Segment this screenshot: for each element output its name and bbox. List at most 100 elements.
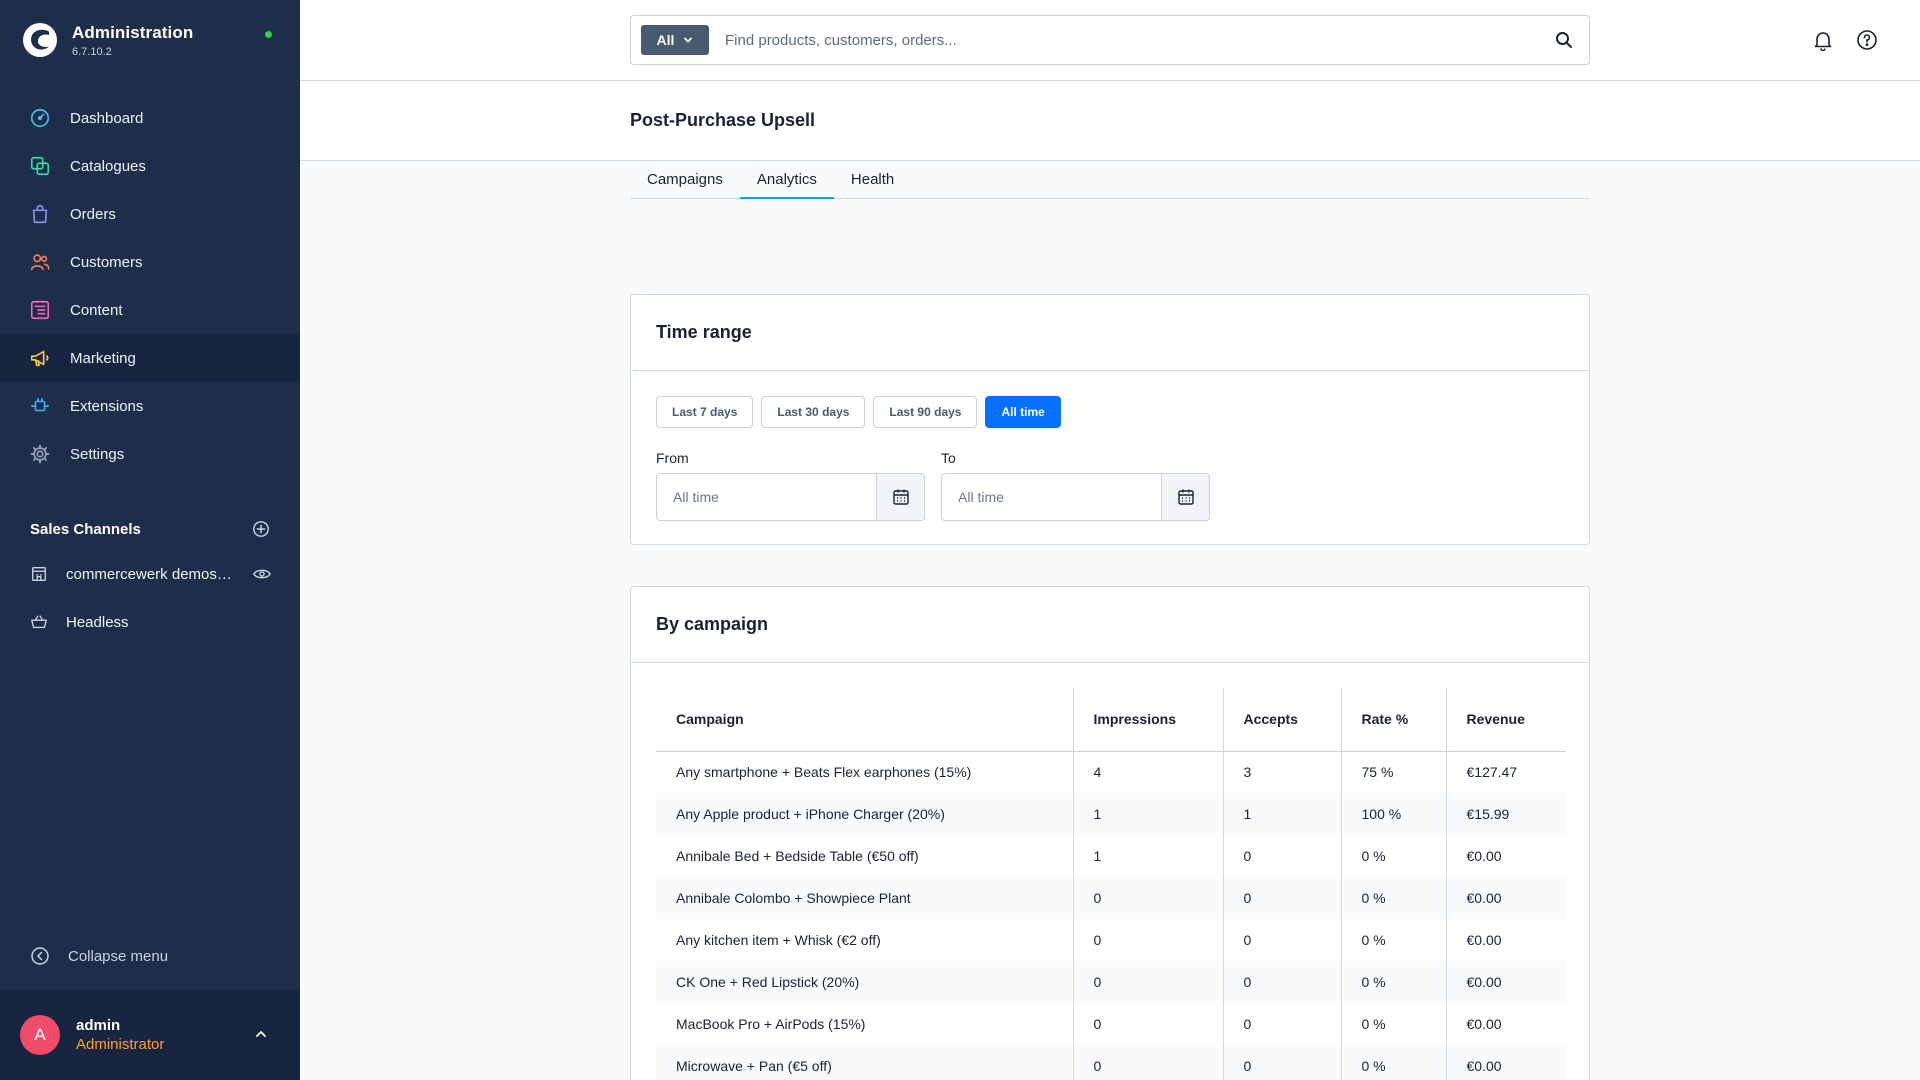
- tab-analytics[interactable]: Analytics: [739, 162, 834, 199]
- to-date-field: To: [941, 450, 1210, 521]
- page-header: Post-Purchase Upsell: [300, 82, 1920, 161]
- user-role: Administrator: [76, 1036, 165, 1053]
- accepts-cell: 3: [1222, 751, 1341, 793]
- main-nav: Dashboard Catalogues Orders Customers Co…: [0, 94, 300, 478]
- main-content: Campaigns Analytics Health Time range La…: [300, 162, 1920, 1080]
- tab-health[interactable]: Health: [834, 162, 911, 199]
- nav-item-orders[interactable]: Orders: [0, 190, 300, 238]
- impressions-cell: 1: [1072, 835, 1223, 877]
- customers-icon: [29, 251, 51, 273]
- accepts-cell: 0: [1222, 1045, 1341, 1080]
- campaign-cell: Any Apple product + iPhone Charger (20%): [656, 793, 1073, 835]
- chevron-down-icon: [684, 37, 693, 43]
- from-label: From: [656, 450, 689, 466]
- nav-item-marketing[interactable]: Marketing: [0, 334, 300, 382]
- campaign-cell: Any smartphone + Beats Flex earphones (1…: [676, 764, 972, 781]
- sales-channels-title: Sales Channels: [30, 520, 141, 538]
- plug-icon: [29, 395, 51, 417]
- storefront-icon: [30, 565, 48, 583]
- from-date-box: [656, 473, 925, 521]
- nav-item-content[interactable]: Content: [0, 286, 300, 334]
- calendar-icon[interactable]: [876, 474, 924, 520]
- collapse-menu-button[interactable]: Collapse menu: [30, 946, 168, 966]
- nav-item-label: Customers: [70, 253, 143, 271]
- time-range-title: Time range: [656, 322, 752, 342]
- table-row: Microwave + Pan (€5 off) 0 0 0 % €0.00: [656, 1045, 1566, 1080]
- megaphone-icon: [29, 347, 51, 369]
- table-row: Annibale Bed + Bedside Table (€50 off) 1…: [656, 835, 1566, 877]
- table-row: Any Apple product + iPhone Charger (20%)…: [656, 793, 1566, 835]
- global-search: All: [630, 15, 1590, 65]
- table-row: Annibale Colombo + Showpiece Plant 0 0 0…: [656, 877, 1566, 919]
- column-header-impressions[interactable]: Impressions: [1072, 688, 1223, 752]
- collapse-menu-label: Collapse menu: [68, 947, 169, 965]
- sales-channel-item-headless[interactable]: Headless: [30, 613, 275, 631]
- impressions-cell: 0: [1072, 1045, 1223, 1080]
- top-bar: All: [300, 0, 1920, 81]
- campaign-table: Campaign Impressions Accepts Rate % Reve…: [656, 688, 1566, 1080]
- search-icon[interactable]: [1539, 16, 1589, 64]
- nav-item-settings[interactable]: Settings: [0, 430, 300, 478]
- rate-cell: 0 %: [1340, 961, 1446, 1003]
- help-icon[interactable]: [1856, 29, 1878, 51]
- table-row: CK One + Red Lipstick (20%) 0 0 0 % €0.0…: [656, 961, 1566, 1003]
- dashboard-icon: [29, 107, 51, 129]
- tab-campaigns[interactable]: Campaigns: [630, 162, 740, 199]
- table-row: Any smartphone + Beats Flex earphones (1…: [656, 751, 1566, 793]
- last-30-days-button[interactable]: Last 30 days: [761, 396, 866, 428]
- nav-item-label: Dashboard: [70, 109, 144, 127]
- campaign-cell: Any kitchen item + Whisk (€2 off): [676, 932, 881, 948]
- column-header-accepts[interactable]: Accepts: [1222, 688, 1341, 752]
- brand[interactable]: Administration 6.7.10.2: [22, 22, 193, 58]
- campaign-cell: MacBook Pro + AirPods (15%): [676, 1016, 866, 1032]
- time-range-card: Time range Last 7 days Last 30 days Last…: [630, 294, 1590, 545]
- revenue-cell: €0.00: [1445, 961, 1566, 1003]
- column-header-revenue[interactable]: Revenue: [1445, 688, 1566, 752]
- revenue-cell: €0.00: [1445, 919, 1566, 961]
- nav-item-extensions[interactable]: Extensions: [0, 382, 300, 430]
- column-header-rate[interactable]: Rate %: [1340, 688, 1446, 752]
- app-title: Administration: [72, 22, 194, 42]
- impressions-cell: 1: [1072, 793, 1223, 835]
- rate-cell: 0 %: [1340, 1045, 1446, 1080]
- eye-icon[interactable]: [253, 567, 271, 581]
- to-date-input[interactable]: [942, 474, 1161, 520]
- impressions-cell: 0: [1072, 919, 1223, 961]
- calendar-icon[interactable]: [1161, 474, 1209, 520]
- nav-item-customers[interactable]: Customers: [0, 238, 300, 286]
- last-90-days-button[interactable]: Last 90 days: [873, 396, 978, 428]
- catalogue-icon: [29, 155, 51, 177]
- accepts-cell: 0: [1222, 961, 1341, 1003]
- user-menu[interactable]: A admin Administrator: [0, 990, 300, 1080]
- sales-channel-item-demoshop[interactable]: commercewerk demoshop: [30, 565, 275, 583]
- search-type-select[interactable]: All: [641, 25, 709, 55]
- nav-item-label: Content: [70, 301, 123, 319]
- content-icon: [29, 299, 51, 321]
- revenue-cell: €0.00: [1445, 835, 1566, 877]
- campaign-cell: CK One + Red Lipstick (20%): [656, 961, 1073, 1003]
- from-date-input[interactable]: [657, 474, 876, 520]
- rate-cell: 0 %: [1340, 919, 1446, 961]
- rate-cell: 0 %: [1340, 1003, 1446, 1045]
- tabs: Campaigns Analytics Health: [630, 162, 1590, 199]
- shopping-bag-icon: [29, 203, 51, 225]
- nav-item-dashboard[interactable]: Dashboard: [0, 94, 300, 142]
- revenue-cell: €0.00: [1445, 1003, 1566, 1045]
- by-campaign-card: By campaign Campaign Impressions Accepts…: [630, 586, 1590, 1080]
- search-input[interactable]: [725, 31, 1539, 49]
- shopware-logo-icon: [23, 23, 57, 57]
- column-header-campaign[interactable]: Campaign: [656, 688, 1073, 752]
- user-name: admin: [76, 1017, 121, 1034]
- all-time-button[interactable]: All time: [985, 396, 1061, 428]
- collapse-icon: [31, 947, 49, 965]
- add-sales-channel-icon[interactable]: [252, 520, 270, 538]
- chevron-up-icon[interactable]: [254, 1027, 268, 1041]
- nav-item-catalogues[interactable]: Catalogues: [0, 142, 300, 190]
- impressions-cell: 0: [1072, 877, 1223, 919]
- range-buttons: Last 7 days Last 30 days Last 90 days Al…: [656, 396, 1069, 428]
- basket-icon: [30, 613, 48, 631]
- last-7-days-button[interactable]: Last 7 days: [656, 396, 754, 428]
- bell-icon[interactable]: [1812, 29, 1834, 51]
- nav-item-label: Orders: [70, 205, 116, 223]
- nav-item-label: Extensions: [70, 397, 144, 415]
